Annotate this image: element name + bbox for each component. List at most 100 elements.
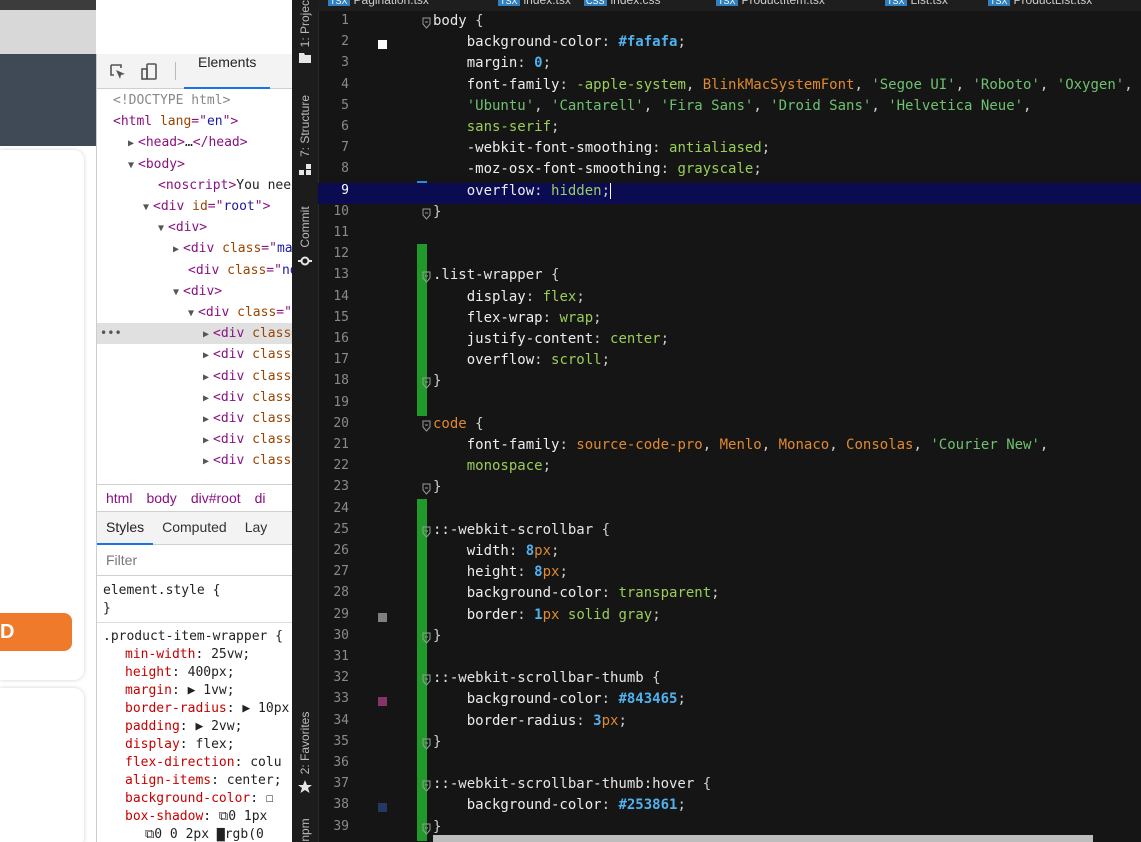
code-line[interactable]: 3 margin: 0; <box>318 55 1141 76</box>
fold-marker-icon[interactable] <box>422 823 431 835</box>
tab-styles[interactable]: Styles <box>97 512 154 545</box>
code-line[interactable]: 27 height: 8px; <box>318 564 1141 585</box>
code-line[interactable]: 28 background-color: transparent; <box>318 585 1141 606</box>
code-line[interactable]: 2 background-color: #fafafa; <box>318 34 1141 55</box>
code-line[interactable]: 35} <box>318 734 1141 755</box>
code-line[interactable]: 17 overflow: scroll; <box>318 352 1141 373</box>
css-property[interactable]: margin: ▶ 1vw; <box>125 682 235 700</box>
expand-triangle-icon[interactable]: ▶ <box>203 388 213 409</box>
code-line[interactable]: 38 background-color: #253861; <box>318 797 1141 818</box>
tool-window-npm[interactable]: npm <box>298 818 312 841</box>
code-editor[interactable]: 1 body {2 background-color: #fafafa; 3 mar… <box>318 11 1141 842</box>
fold-marker-icon[interactable] <box>422 17 431 29</box>
css-property[interactable]: align-items: center; <box>125 772 282 790</box>
dom-node[interactable]: ▼ <div> <box>97 281 293 302</box>
fold-marker-icon[interactable] <box>422 271 431 284</box>
fold-marker-icon[interactable] <box>422 483 431 496</box>
dom-node[interactable]: <div class="no <box>97 260 293 281</box>
tool-window-commit[interactable]: Commit <box>298 206 312 247</box>
breadcrumb-item[interactable]: body <box>137 485 181 511</box>
tab-computed[interactable]: Computed <box>153 512 236 543</box>
fold-marker-icon[interactable] <box>422 208 431 220</box>
code-line[interactable]: 7 -webkit-font-smoothing: antialiased; <box>318 140 1141 161</box>
fold-marker-icon[interactable] <box>422 780 431 792</box>
code-line[interactable]: 34 border-radius: 3px; <box>318 713 1141 734</box>
tool-window-favorites[interactable]: 2: Favorites <box>298 712 312 775</box>
dom-node[interactable]: •••▶<div class= <box>97 323 293 345</box>
collapse-triangle-icon[interactable]: ▼ <box>128 155 138 176</box>
tool-window-structure[interactable]: 7: Structure <box>298 95 312 157</box>
code-line[interactable]: 30} <box>318 628 1141 649</box>
editor-tab[interactable]: TSX ProductItem.tsx <box>716 0 825 11</box>
dom-node[interactable]: ▶<div class= <box>97 450 293 471</box>
code-line[interactable]: 32::-webkit-scrollbar-thumb { <box>318 670 1141 691</box>
code-line[interactable]: 29 border: 1px solid gray; <box>318 607 1141 628</box>
code-line[interactable]: 6 sans-serif; <box>318 119 1141 140</box>
css-property[interactable]: flex-direction: colu <box>125 754 282 772</box>
expand-triangle-icon[interactable]: ▶ <box>203 367 213 388</box>
code-line[interactable]: 9 overflow: hidden; <box>318 182 1141 204</box>
dom-node[interactable]: <!DOCTYPE html> <box>97 90 293 111</box>
code-line[interactable]: 14 display: flex; <box>318 289 1141 310</box>
expand-triangle-icon[interactable]: ▶ <box>173 239 183 260</box>
editor-tab[interactable]: TSX index.tsx <box>498 0 571 11</box>
code-line[interactable]: 33 background-color: #843465; <box>318 691 1141 712</box>
expand-triangle-icon[interactable]: ▶ <box>203 451 213 472</box>
code-line[interactable]: 8 -moz-osx-font-smoothing: grayscale; <box>318 161 1141 182</box>
device-toolbar-icon[interactable] <box>141 63 159 81</box>
breadcrumb-item[interactable]: html <box>97 485 137 511</box>
horizontal-scrollbar[interactable] <box>433 835 1093 842</box>
editor-tab[interactable]: TSX Pagination.tsx <box>328 0 429 11</box>
fold-marker-icon[interactable] <box>422 526 431 538</box>
css-property[interactable]: padding: ▶ 2vw; <box>125 718 242 736</box>
expand-triangle-icon[interactable]: ▶ <box>203 430 213 451</box>
code-line[interactable]: 4 font-family: -apple-system, BlinkMacSy… <box>318 77 1141 98</box>
code-line[interactable]: 13 .list-wrapper { <box>318 267 1141 288</box>
dom-node[interactable]: ▼<div class="l <box>97 302 293 323</box>
editor-tab[interactable]: TSX List.tsx <box>885 0 948 11</box>
code-line[interactable]: 12 <box>318 246 1141 267</box>
breadcrumb-item[interactable]: di <box>246 485 271 511</box>
css-property[interactable]: box-shadow: ⧉0 1px <box>125 808 267 826</box>
commit-icon[interactable] <box>298 254 312 268</box>
code-line[interactable]: 19 <box>318 395 1141 416</box>
dom-node[interactable]: ▶<div class= <box>97 387 293 408</box>
fold-marker-icon[interactable] <box>422 632 431 644</box>
dom-node[interactable]: <html lang="en"> <box>97 111 293 132</box>
css-property[interactable]: background-color: ☐ <box>125 790 274 808</box>
code-line[interactable]: 18} <box>318 373 1141 394</box>
code-line[interactable]: 1 body { <box>318 13 1141 34</box>
fold-marker-icon[interactable] <box>422 674 431 686</box>
css-property[interactable]: height: 400px; <box>125 664 235 682</box>
dom-node[interactable]: ▼ <div id="root"> <box>97 196 293 217</box>
fold-marker-icon[interactable] <box>422 377 431 390</box>
add-button[interactable]: D <box>0 613 72 651</box>
code-line[interactable]: 20 code { <box>318 416 1141 437</box>
fold-marker-icon[interactable] <box>422 738 431 750</box>
editor-tab[interactable]: TSX ProductList.tsx <box>988 0 1092 11</box>
css-property[interactable]: border-radius: ▶ 10px <box>125 700 289 718</box>
code-line[interactable]: 15 flex-wrap: wrap; <box>318 310 1141 331</box>
dom-node[interactable]: ▶<div class= <box>97 366 293 387</box>
collapse-triangle-icon[interactable]: ▼ <box>188 303 198 324</box>
code-line[interactable]: 11 <box>318 225 1141 246</box>
code-line[interactable]: 23} <box>318 479 1141 500</box>
structure-icon[interactable] <box>298 163 312 177</box>
css-property[interactable]: min-width: 25vw; <box>125 646 250 664</box>
tab-elements[interactable]: Elements <box>184 54 271 89</box>
code-line[interactable]: 26 width: 8px; <box>318 543 1141 564</box>
code-line[interactable]: 22 monospace; <box>318 458 1141 479</box>
product-card[interactable] <box>0 150 84 680</box>
expand-triangle-icon[interactable]: ▶ <box>203 324 213 345</box>
code-line[interactable]: 5 'Ubuntu', 'Cantarell', 'Fira Sans', 'D… <box>318 98 1141 119</box>
inspect-element-icon[interactable] <box>109 63 127 81</box>
fold-marker-icon[interactable] <box>422 420 431 432</box>
expand-triangle-icon[interactable]: ▶ <box>203 345 213 366</box>
css-property[interactable]: display: flex; <box>125 736 235 754</box>
dom-node[interactable]: ▶ <head>…</head> <box>97 132 293 153</box>
dom-node[interactable]: ▶<div class= <box>97 344 293 365</box>
expand-triangle-icon[interactable]: ▶ <box>203 409 213 430</box>
dom-node[interactable]: <noscript>You need <box>97 175 293 196</box>
dom-node[interactable]: ▶ <div class="ma <box>97 238 293 259</box>
dom-node[interactable]: ▶<div class= <box>97 429 293 450</box>
